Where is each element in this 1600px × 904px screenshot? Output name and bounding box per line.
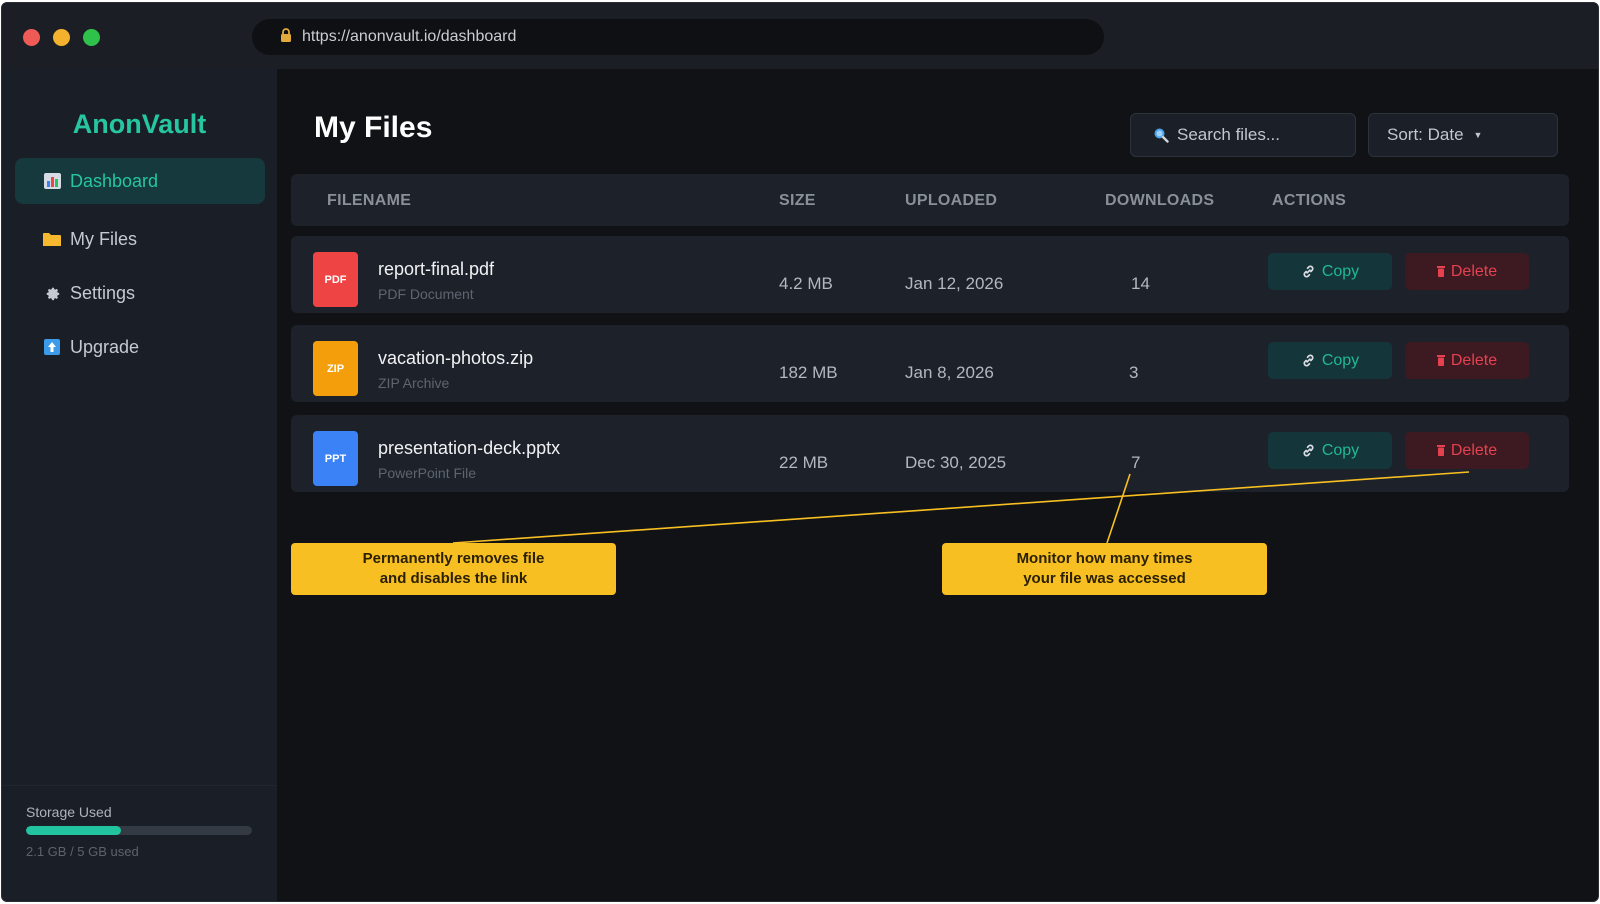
copy-label: Copy (1321, 441, 1360, 459)
delete-label: Delete (1450, 351, 1498, 369)
table-row: PDF report-final.pdf PDF Document 4.2 MB… (291, 236, 1569, 313)
link-icon (1301, 264, 1316, 279)
file-name[interactable]: vacation-photos.zip (378, 348, 533, 369)
delete-label: Delete (1450, 262, 1498, 280)
column-header-downloads[interactable]: DOWNLOADS (1105, 192, 1214, 210)
sidebar-item-dashboard[interactable]: Dashboard (15, 158, 265, 204)
file-download-count: 7 (1131, 453, 1141, 472)
storage-label: Storage Used (26, 804, 112, 820)
file-type: PDF Document (378, 286, 474, 302)
sort-dropdown[interactable]: Sort: Date ▼ (1368, 113, 1558, 157)
window-maximize-button[interactable] (83, 29, 100, 46)
file-size: 4.2 MB (779, 274, 833, 293)
file-uploaded-date: Jan 8, 2026 (905, 363, 994, 382)
table-header: FILENAME SIZE UPLOADED DOWNLOADS ACTIONS (291, 174, 1569, 226)
copy-label: Copy (1321, 262, 1360, 280)
sidebar-item-label: Dashboard (70, 170, 159, 191)
file-download-count: 14 (1131, 274, 1150, 293)
caret-down-icon: ▼ (1473, 130, 1483, 140)
file-name[interactable]: report-final.pdf (378, 259, 494, 280)
address-bar[interactable]: https://anonvault.io/dashboard (252, 19, 1104, 55)
search-icon (1153, 127, 1169, 143)
table-row: PPT presentation-deck.pptx PowerPoint Fi… (291, 415, 1569, 492)
sidebar-item-upgrade[interactable]: Upgrade (15, 324, 265, 370)
file-size: 182 MB (779, 363, 838, 382)
brand-logo[interactable]: AnonVault (2, 109, 277, 140)
delete-button[interactable]: Delete (1405, 253, 1529, 290)
trash-icon (1436, 355, 1445, 366)
url-text: https://anonvault.io/dashboard (302, 28, 517, 45)
gear-icon (42, 285, 62, 301)
trash-icon (1436, 445, 1445, 456)
column-header-uploaded[interactable]: UPLOADED (905, 192, 997, 210)
table-row: ZIP vacation-photos.zip ZIP Archive 182 … (291, 325, 1569, 402)
bar-chart-icon (42, 173, 62, 189)
copy-label: Copy (1321, 351, 1360, 369)
trash-icon (1436, 266, 1445, 277)
downloads-callout: Monitor how many times your file was acc… (942, 543, 1267, 595)
file-download-count: 3 (1129, 363, 1139, 382)
column-header-actions: ACTIONS (1272, 192, 1347, 209)
copy-link-button[interactable]: Copy (1268, 253, 1392, 290)
page-title: My Files (314, 111, 433, 144)
delete-button[interactable]: Delete (1405, 432, 1529, 469)
storage-progress-fill (26, 826, 121, 835)
folder-icon (42, 231, 62, 247)
link-icon (1301, 443, 1316, 458)
sort-label: Sort: Date (1387, 125, 1464, 144)
app-window: https://anonvault.io/dashboard AnonVault… (1, 2, 1599, 902)
file-size: 22 MB (779, 453, 829, 472)
storage-panel: Storage Used 2.1 GB / 5 GB used (2, 785, 277, 901)
sidebar-item-label: My Files (70, 228, 137, 249)
copy-link-button[interactable]: Copy (1268, 342, 1392, 379)
upgrade-arrow-icon (42, 339, 62, 355)
sidebar-item-label: Upgrade (70, 336, 140, 357)
file-type: ZIP Archive (378, 375, 450, 391)
file-type: PowerPoint File (378, 465, 477, 481)
sidebar-item-label: Settings (70, 282, 136, 303)
storage-progress-bar (26, 826, 252, 835)
sidebar-item-settings[interactable]: Settings (15, 270, 265, 316)
file-uploaded-date: Dec 30, 2025 (905, 453, 1007, 472)
link-icon (1301, 353, 1316, 368)
column-header-size[interactable]: SIZE (779, 192, 816, 210)
lock-icon (280, 28, 296, 46)
zip-file-icon: ZIP (313, 341, 358, 396)
browser-titlebar: https://anonvault.io/dashboard (2, 3, 1598, 69)
column-header-filename[interactable]: FILENAME (327, 192, 411, 210)
delete-label: Delete (1450, 441, 1498, 459)
search-input[interactable]: Search files... (1130, 113, 1356, 157)
storage-usage-text: 2.1 GB / 5 GB used (26, 844, 139, 859)
window-minimize-button[interactable] (53, 29, 70, 46)
delete-button[interactable]: Delete (1405, 342, 1529, 379)
sidebar: AnonVault Dashboard My Files Settings Up… (2, 69, 277, 901)
delete-callout: Permanently removes file and disables th… (291, 543, 616, 595)
window-close-button[interactable] (23, 29, 40, 46)
sidebar-item-my-files[interactable]: My Files (15, 216, 265, 262)
ppt-file-icon: PPT (313, 431, 358, 486)
file-uploaded-date: Jan 12, 2026 (905, 274, 1004, 293)
copy-link-button[interactable]: Copy (1268, 432, 1392, 469)
file-name[interactable]: presentation-deck.pptx (378, 438, 560, 459)
search-placeholder: Search files... (1177, 125, 1280, 144)
pdf-file-icon: PDF (313, 252, 358, 307)
